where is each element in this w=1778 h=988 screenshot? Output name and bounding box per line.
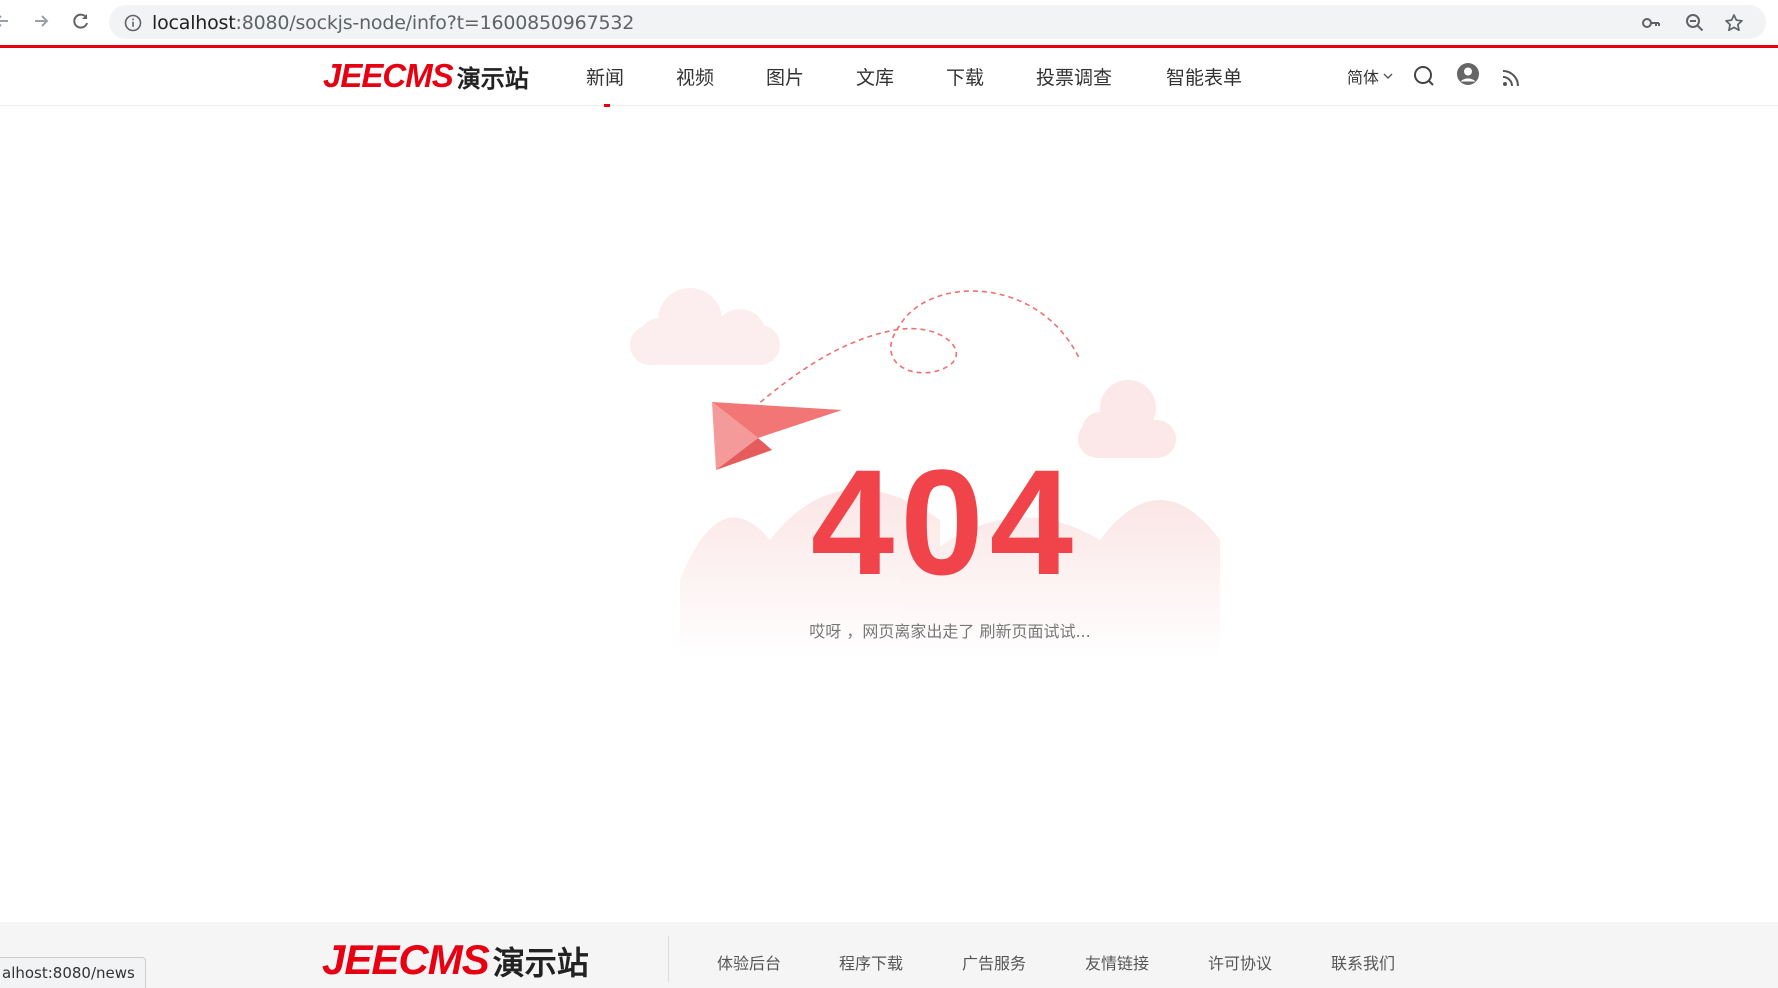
key-icon[interactable]	[1640, 12, 1662, 34]
browser-toolbar: localhost:8080/sockjs-node/info?t=160085…	[0, 0, 1778, 45]
url-host: localhost	[152, 12, 236, 34]
footer-link-download[interactable]: 程序下载	[839, 950, 903, 974]
footer-logo-en-text: JEECMS	[322, 936, 490, 983]
footer-divider	[668, 936, 669, 982]
forward-button[interactable]	[29, 9, 53, 33]
arrow-left-icon	[0, 15, 8, 27]
reload-icon	[73, 13, 88, 29]
reload-button[interactable]	[69, 9, 93, 33]
error-message: 哎呀 ，网页离家出走了 刷新页面试试...	[809, 622, 1091, 641]
zoom-out-icon[interactable]	[1684, 12, 1706, 34]
rss-button[interactable]	[1499, 66, 1523, 90]
footer-link-ads[interactable]: 广告服务	[962, 950, 1026, 974]
logo-cn-text: 演示站	[456, 65, 529, 93]
site-footer: JEECMS 演示站 体验后台 程序下载 广告服务 友情链接 许可协议 联系我们	[0, 922, 1778, 988]
footer-link-friends[interactable]: 友情链接	[1085, 950, 1149, 974]
footer-link-license[interactable]: 许可协议	[1208, 950, 1272, 974]
nav-item-smart-form[interactable]: 智能表单	[1166, 63, 1242, 90]
search-icon	[1414, 66, 1434, 86]
nav-item-download[interactable]: 下载	[946, 63, 984, 90]
rss-icon	[1502, 70, 1519, 87]
site-logo[interactable]: JEECMS 演示站	[323, 57, 529, 95]
url-path: :8080/sockjs-node/info?t=1600850967532	[235, 12, 635, 34]
footer-link-contact[interactable]: 联系我们	[1331, 950, 1395, 974]
star-icon[interactable]	[1723, 12, 1745, 34]
user-button[interactable]	[1456, 62, 1480, 86]
address-bar[interactable]: localhost:8080/sockjs-node/info?t=160085…	[109, 5, 1766, 39]
nav-item-video[interactable]: 视频	[676, 63, 714, 90]
cloud-left	[630, 288, 780, 365]
status-bar-url: alhost:8080/news	[0, 957, 146, 988]
cloud-right	[1078, 380, 1176, 458]
nav-item-library[interactable]: 文库	[856, 63, 894, 90]
url-text[interactable]: localhost:8080/sockjs-node/info?t=160085…	[152, 12, 634, 34]
user-icon	[1457, 63, 1479, 85]
info-icon[interactable]	[122, 12, 144, 34]
search-button[interactable]	[1412, 64, 1436, 88]
flight-path	[739, 290, 1081, 421]
site-header: JEECMS 演示站 新闻 视频 图片 文库 下载 投票调查 智能表单 简体	[0, 48, 1778, 107]
footer-logo[interactable]: JEECMS 演示站	[322, 936, 589, 984]
arrow-right-icon	[35, 15, 49, 27]
logo-en-text: JEECMS	[323, 57, 454, 94]
footer-logo-cn-text: 演示站	[492, 944, 589, 982]
nav-item-news[interactable]: 新闻	[586, 63, 624, 107]
chevron-down-icon	[1383, 73, 1393, 79]
error-code-graphic: 404	[811, 452, 1079, 592]
language-label: 简体	[1347, 68, 1380, 87]
footer-link-trial[interactable]: 体验后台	[717, 950, 781, 974]
nav-item-pictures[interactable]: 图片	[766, 63, 804, 90]
language-selector[interactable]: 简体	[1347, 64, 1393, 88]
nav-item-survey[interactable]: 投票调查	[1036, 63, 1112, 90]
back-button[interactable]	[0, 9, 14, 33]
error-code: 404	[811, 452, 1079, 592]
